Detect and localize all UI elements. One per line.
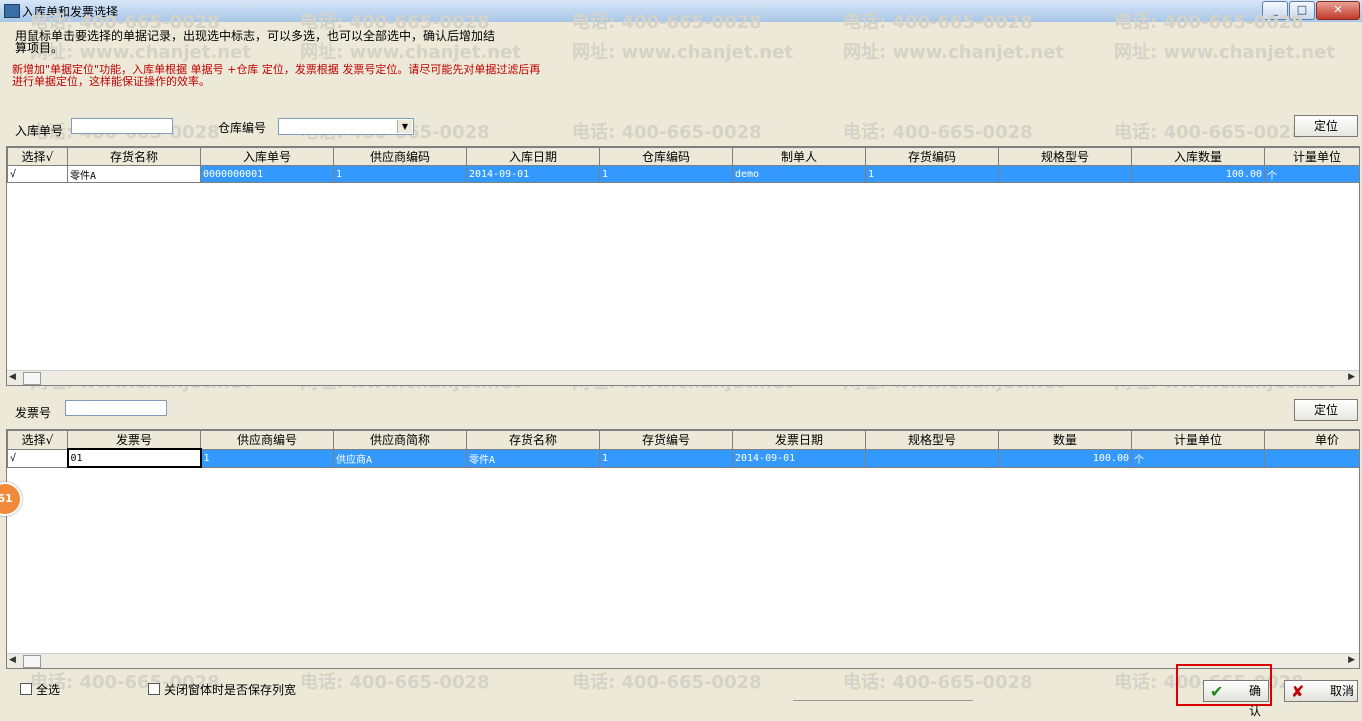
table-row[interactable]: √ 01 1 供应商A 零件A 1 2014-09-01 100.00 个: [7, 448, 1359, 468]
column-header[interactable]: 存货编码: [865, 147, 999, 166]
column-header[interactable]: 发票日期: [732, 430, 866, 450]
item-name-cell[interactable]: 零件A: [67, 165, 201, 183]
column-header[interactable]: 供应商编码: [333, 147, 467, 166]
quantity-cell[interactable]: 100.00: [1131, 165, 1265, 183]
receipt-no-label: 入库单号: [15, 124, 64, 138]
select-mark[interactable]: √: [7, 448, 68, 468]
receipt-grid-header: 选择√ 存货名称 入库单号 供应商编码 入库日期 仓库编码 制单人 存货编码 规…: [7, 147, 1359, 166]
column-header[interactable]: 数量: [998, 430, 1132, 450]
unit-cell[interactable]: 个: [1264, 165, 1359, 183]
scroll-right-icon[interactable]: ▶: [1348, 655, 1355, 665]
title-bar: 入库单和发票选择 _ □ ✕: [0, 0, 1362, 23]
column-header[interactable]: 入库日期: [466, 147, 600, 166]
column-header[interactable]: 发票号: [67, 430, 201, 450]
unit-cell[interactable]: 个: [1131, 448, 1265, 468]
dialog-client: 电话: 400-665-0028 网址: www.chanjet.net 电话: 4…: [0, 12, 1362, 718]
confirm-label: 确认: [1249, 684, 1262, 718]
watermark-phone: 电话: 400-665-0028: [1114, 122, 1304, 143]
save-width-label[interactable]: 关闭窗体时是否保存列宽: [164, 681, 296, 698]
column-header[interactable]: 存货名称: [67, 147, 201, 166]
item-code-cell[interactable]: 1: [865, 165, 999, 183]
receipt-no-input[interactable]: [71, 118, 173, 134]
scroll-left-icon[interactable]: ◀: [9, 372, 16, 382]
item-name-cell[interactable]: 零件A: [466, 448, 600, 468]
column-header[interactable]: 入库数量: [1131, 147, 1265, 166]
column-header[interactable]: 规格型号: [865, 430, 999, 450]
cancel-label: 取消: [1330, 684, 1355, 698]
watermark-site: 网址: www.chanjet.net: [572, 42, 793, 63]
confirm-button[interactable]: ✔ 确认: [1203, 680, 1269, 718]
quantity-cell[interactable]: 100.00: [998, 448, 1132, 468]
cancel-button[interactable]: ✘ 取消: [1284, 680, 1358, 702]
warehouse-label: 仓库编号: [218, 121, 267, 135]
item-no-cell[interactable]: 1: [599, 448, 733, 468]
watermark-phone: 电话: 400-665-0028: [300, 672, 490, 693]
invoice-date-cell[interactable]: 2014-09-01: [732, 448, 866, 468]
receipt-locate-button[interactable]: 定位: [1294, 115, 1358, 137]
locate-tip-text: 新增加"单据定位"功能，入库单根据 单据号 +仓库 定位，发票根据 发票号定位。…: [12, 63, 541, 88]
table-row[interactable]: √ 零件A 0000000001 1 2014-09-01 1 demo 1 1…: [7, 165, 1359, 183]
column-header[interactable]: 供应商简称: [333, 430, 467, 450]
close-button[interactable]: ✕: [1316, 1, 1360, 20]
column-header[interactable]: 仓库编码: [599, 147, 733, 166]
spec-cell[interactable]: [865, 448, 999, 468]
column-header[interactable]: 存货编号: [599, 430, 733, 450]
spec-cell[interactable]: [998, 165, 1132, 183]
app-icon: [4, 4, 20, 18]
watermark-site: 网址: www.chanjet.net: [843, 42, 1064, 63]
instruction-text: 用鼠标单击要选择的单据记录，出现选中标志，可以多选，也可以全部选中，确认后增加结…: [15, 29, 496, 55]
window-title: 入库单和发票选择: [22, 5, 119, 19]
receipt-grid[interactable]: 选择√ 存货名称 入库单号 供应商编码 入库日期 仓库编码 制单人 存货编码 规…: [6, 146, 1360, 386]
column-header[interactable]: 制单人: [732, 147, 866, 166]
invoice-locate-button[interactable]: 定位: [1294, 399, 1358, 421]
column-header[interactable]: 计量单位: [1131, 430, 1265, 450]
invoice-no-label: 发票号: [15, 406, 52, 420]
warehouse-select[interactable]: ▼: [278, 118, 414, 135]
scroll-thumb[interactable]: [23, 655, 41, 668]
horizontal-scrollbar[interactable]: ◀ ▶: [7, 370, 1359, 385]
scroll-right-icon[interactable]: ▶: [1348, 372, 1355, 382]
select-mark[interactable]: √: [7, 165, 68, 183]
receipt-date-cell[interactable]: 2014-09-01: [466, 165, 600, 183]
column-header[interactable]: 单价: [1264, 430, 1359, 450]
invoice-grid-header: 选择√ 发票号 供应商编号 供应商简称 存货名称 存货编号 发票日期 规格型号 …: [7, 430, 1359, 450]
select-all-label[interactable]: 全选: [36, 681, 60, 698]
check-icon: ✔: [1210, 682, 1224, 701]
horizontal-scrollbar[interactable]: ◀ ▶: [7, 653, 1359, 668]
scroll-left-icon[interactable]: ◀: [9, 655, 16, 665]
scroll-thumb[interactable]: [23, 372, 41, 385]
column-header[interactable]: 入库单号: [200, 147, 334, 166]
watermark-phone: 电话: 400-665-0028: [843, 672, 1033, 693]
column-header[interactable]: 供应商编号: [200, 430, 334, 450]
invoice-no-cell[interactable]: 01: [66, 448, 202, 468]
column-header[interactable]: 选择√: [7, 147, 68, 166]
chevron-down-icon[interactable]: ▼: [397, 120, 412, 133]
supplier-code-cell[interactable]: 1: [333, 165, 467, 183]
watermark-phone: 电话: 400-665-0028: [572, 672, 762, 693]
column-header[interactable]: 规格型号: [998, 147, 1132, 166]
column-header[interactable]: 选择√: [7, 430, 68, 450]
receipt-no-cell[interactable]: 0000000001: [200, 165, 334, 183]
watermark-phone: 电话: 400-665-0028: [843, 122, 1033, 143]
minimize-button[interactable]: _: [1262, 1, 1288, 20]
supplier-short-cell[interactable]: 供应商A: [333, 448, 467, 468]
price-cell[interactable]: [1264, 448, 1359, 468]
invoice-grid[interactable]: 选择√ 发票号 供应商编号 供应商简称 存货名称 存货编号 发票日期 规格型号 …: [6, 429, 1360, 669]
maximize-button[interactable]: □: [1289, 1, 1315, 20]
column-header[interactable]: 存货名称: [466, 430, 600, 450]
invoice-no-input[interactable]: [65, 400, 167, 416]
watermark-site: 网址: www.chanjet.net: [1114, 42, 1335, 63]
column-header[interactable]: 计量单位: [1264, 147, 1359, 166]
close-icon: ✘: [1291, 682, 1305, 701]
warehouse-code-cell[interactable]: 1: [599, 165, 733, 183]
creator-cell[interactable]: demo: [732, 165, 866, 183]
supplier-no-cell[interactable]: 1: [200, 448, 334, 468]
drag-hint-line: [793, 700, 973, 705]
select-all-checkbox[interactable]: [20, 683, 32, 695]
watermark-phone: 电话: 400-665-0028: [572, 122, 762, 143]
save-width-checkbox[interactable]: [148, 683, 160, 695]
